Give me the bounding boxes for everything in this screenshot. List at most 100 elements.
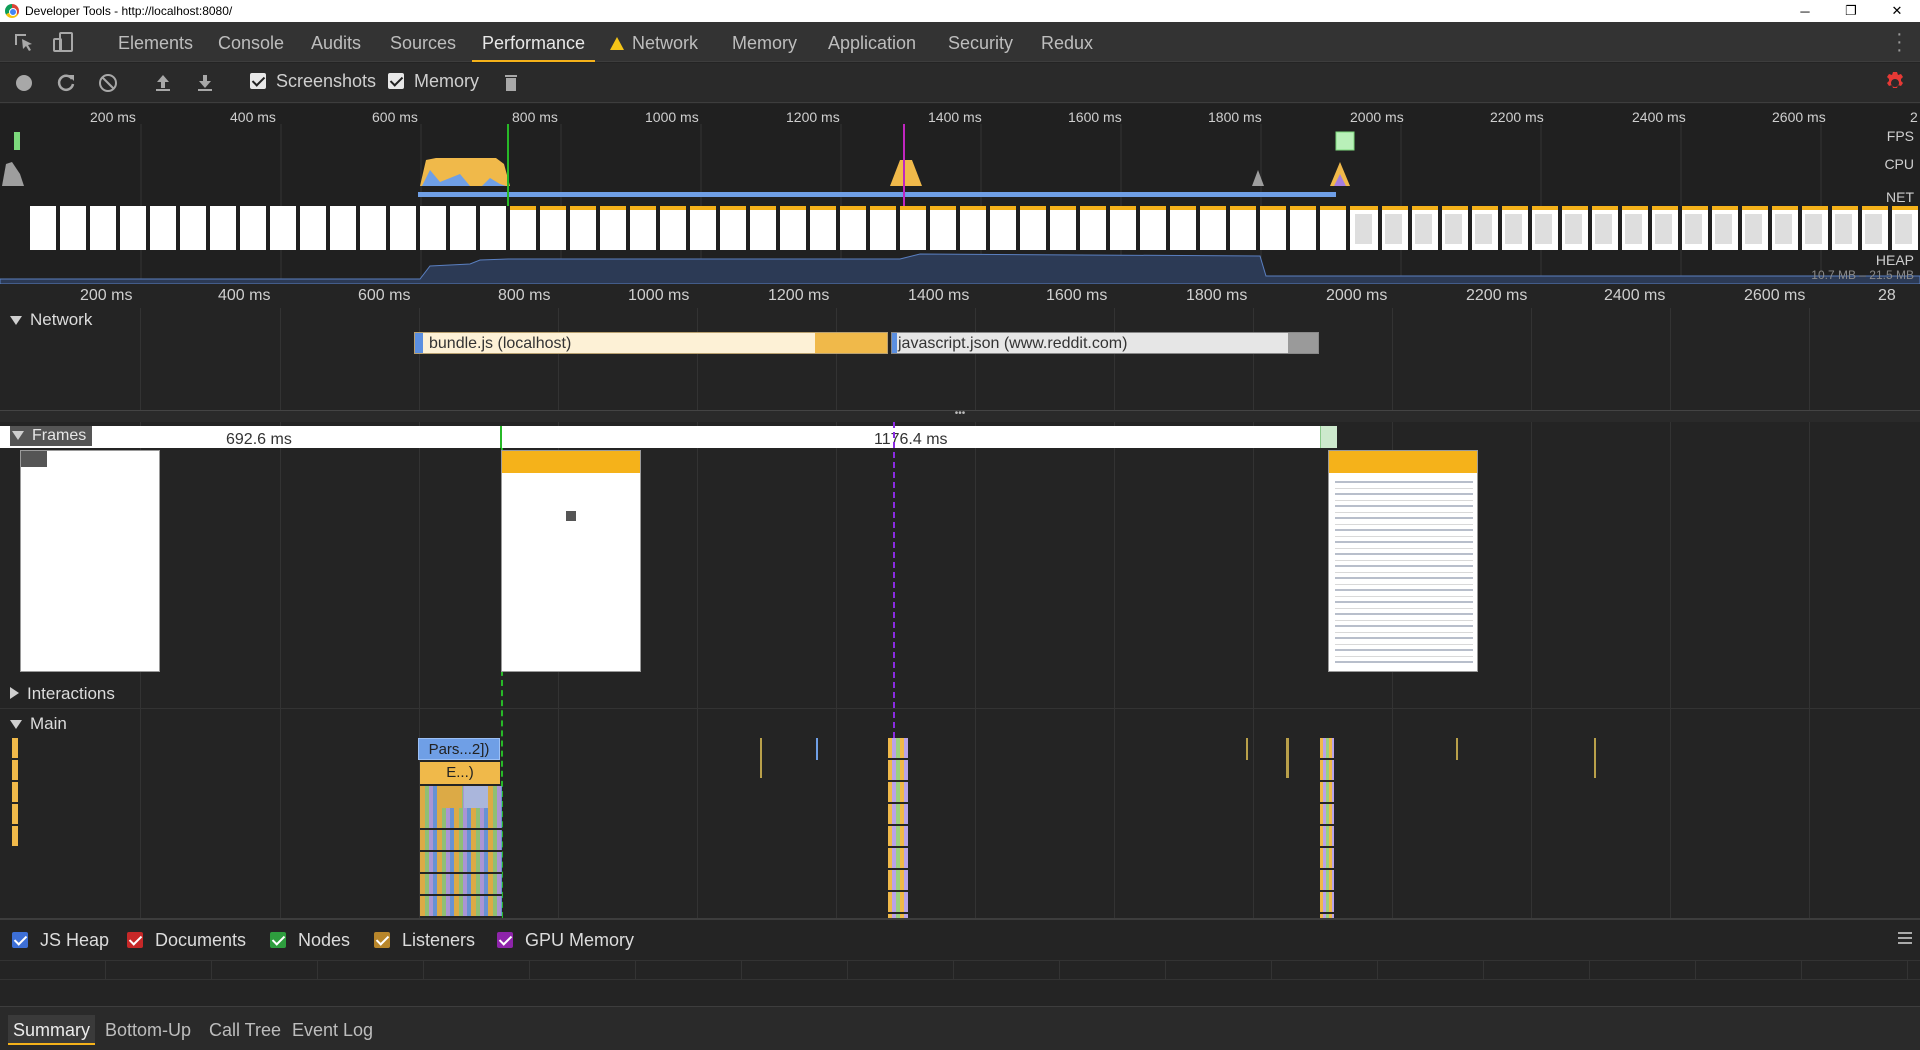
tab-network-label: Network xyxy=(632,33,699,53)
collapse-icon xyxy=(12,431,24,440)
content-frames xyxy=(1352,206,1920,250)
cpu-label: CPU xyxy=(1884,156,1914,172)
device-toolbar-icon[interactable] xyxy=(52,31,76,53)
listeners-checkbox[interactable] xyxy=(374,932,390,948)
trash-icon[interactable] xyxy=(500,72,522,94)
frames-track[interactable]: 692.6 ms 1176.4 ms xyxy=(0,426,1337,448)
gear-icon[interactable] xyxy=(1883,71,1907,95)
flame-call-stack[interactable] xyxy=(12,738,18,848)
memory-checkbox[interactable] xyxy=(388,73,404,89)
network-track[interactable]: Network bundle.js (localhost) javascript… xyxy=(0,308,1920,410)
tab-memory[interactable]: Memory xyxy=(732,22,797,62)
nodes-checkbox[interactable] xyxy=(270,932,286,948)
memory-counters: JS Heap Documents Nodes Listeners GPU Me… xyxy=(0,918,1920,1006)
flame-call-stack[interactable] xyxy=(1320,738,1334,918)
screenshot-filmstrip[interactable] xyxy=(30,206,1920,250)
flame-call-stack[interactable] xyxy=(888,738,908,918)
ruler-tick: 400 ms xyxy=(218,287,271,304)
inspect-element-icon[interactable] xyxy=(12,31,36,53)
tab-console[interactable]: Console xyxy=(218,22,284,62)
tab-audits[interactable]: Audits xyxy=(311,22,361,62)
record-icon[interactable] xyxy=(13,72,35,94)
tab-security[interactable]: Security xyxy=(948,22,1013,62)
ruler-tick: 1000 ms xyxy=(628,287,690,304)
ruler-tick: 1200 ms xyxy=(768,287,830,304)
devtools-tab-bar: Elements Console Audits Sources Performa… xyxy=(0,22,1920,62)
listeners-label: Listeners xyxy=(402,930,476,950)
reload-icon[interactable] xyxy=(55,72,77,94)
frame-screenshot[interactable] xyxy=(1328,450,1478,672)
clear-icon[interactable] xyxy=(97,72,119,94)
collapse-icon xyxy=(10,316,22,325)
fps-bar xyxy=(1335,131,1355,151)
chrome-icon xyxy=(5,4,19,18)
tab-network[interactable]: Network xyxy=(610,22,698,62)
tab-sources[interactable]: Sources xyxy=(390,22,456,62)
network-request[interactable]: bundle.js (localhost) xyxy=(414,332,888,354)
frame-duration: 1176.4 ms xyxy=(874,431,948,448)
tab-application[interactable]: Application xyxy=(828,22,916,62)
pane-splitter[interactable]: ••• xyxy=(0,409,1920,422)
ruler-tick: 1400 ms xyxy=(908,287,970,304)
flame-entry-parse[interactable]: Pars...2]) xyxy=(418,738,500,760)
minimize-button[interactable]: ─ xyxy=(1782,0,1828,22)
upload-icon[interactable] xyxy=(152,72,174,94)
page-content-preview xyxy=(1335,481,1473,667)
ruler-tick: 2400 ms xyxy=(1604,287,1666,304)
js-heap-checkbox[interactable] xyxy=(12,932,28,948)
details-tab-bar: Summary Bottom-Up Call Tree Event Log xyxy=(0,1006,1920,1050)
net-label: NET xyxy=(1886,189,1914,205)
flame-call-stack[interactable] xyxy=(420,786,502,918)
window-controls: ─ ❐ ✕ xyxy=(1782,0,1920,22)
tab-event-log[interactable]: Event Log xyxy=(287,1015,378,1045)
gpu-memory-checkbox[interactable] xyxy=(497,932,513,948)
main-section-header[interactable]: Main xyxy=(10,714,67,734)
tab-bottom-up[interactable]: Bottom-Up xyxy=(100,1015,196,1045)
frame-screenshot[interactable] xyxy=(501,450,641,672)
tab-performance[interactable]: Performance xyxy=(472,22,596,62)
frame-screenshot[interactable] xyxy=(20,450,160,672)
interactions-section-header[interactable]: Interactions xyxy=(10,684,115,704)
menu-icon[interactable] xyxy=(1898,932,1912,944)
flame-chart[interactable]: 692.6 ms 1176.4 ms Frames Interactions M… xyxy=(0,422,1920,918)
download-icon[interactable] xyxy=(194,72,216,94)
timeline-overview[interactable]: 200 ms 400 ms 600 ms 800 ms 1000 ms 1200… xyxy=(0,104,1920,284)
request-name: javascript.json (www.reddit.com) xyxy=(898,335,1128,352)
documents-checkbox[interactable] xyxy=(127,932,143,948)
flame-entry-eval[interactable]: E...) xyxy=(420,762,500,784)
tab-redux[interactable]: Redux xyxy=(1041,22,1093,62)
ruler-tick: 2000 ms xyxy=(1326,287,1388,304)
request-name: bundle.js (localhost) xyxy=(429,335,572,352)
frame-duration: 692.6 ms xyxy=(226,431,292,448)
ruler-tick: 2200 ms xyxy=(1466,287,1528,304)
documents-label: Documents xyxy=(155,930,247,950)
loading-frames xyxy=(510,206,1382,250)
flamechart-ruler: 200 ms 400 ms 600 ms 800 ms 1000 ms 1200… xyxy=(0,284,1920,308)
screenshots-checkbox[interactable] xyxy=(250,73,266,89)
gpu-memory-label: GPU Memory xyxy=(525,930,635,950)
ruler-tick: 1600 ms xyxy=(1046,287,1108,304)
counters-graph xyxy=(0,960,1920,980)
net-activity-bar xyxy=(418,192,1336,197)
memory-label: Memory xyxy=(414,71,480,91)
window-title: Developer Tools - http://localhost:8080/ xyxy=(25,4,233,18)
main-label: Main xyxy=(30,714,67,733)
restore-button[interactable]: ❐ xyxy=(1828,0,1874,22)
network-section-header[interactable]: Network xyxy=(10,310,92,330)
ruler-tick: 1800 ms xyxy=(1186,287,1248,304)
fps-bar xyxy=(14,132,20,150)
network-request[interactable]: javascript.json (www.reddit.com) xyxy=(891,332,1319,354)
loading-spinner-icon xyxy=(566,511,576,521)
js-heap-label: JS Heap xyxy=(40,930,110,950)
close-button[interactable]: ✕ xyxy=(1874,0,1920,22)
more-options-icon[interactable]: · · · xyxy=(1896,24,1903,60)
tab-call-tree[interactable]: Call Tree xyxy=(204,1015,286,1045)
heap-range: 10.7 MB – 21.5 MB xyxy=(1811,268,1914,282)
fps-label: FPS xyxy=(1886,128,1914,144)
heap-label: HEAP xyxy=(1875,252,1914,268)
interactions-label: Interactions xyxy=(27,684,115,703)
tab-elements[interactable]: Elements xyxy=(118,22,193,62)
frames-section-header[interactable]: Frames xyxy=(10,426,93,446)
collapse-icon xyxy=(10,720,22,729)
tab-summary[interactable]: Summary xyxy=(8,1015,96,1045)
